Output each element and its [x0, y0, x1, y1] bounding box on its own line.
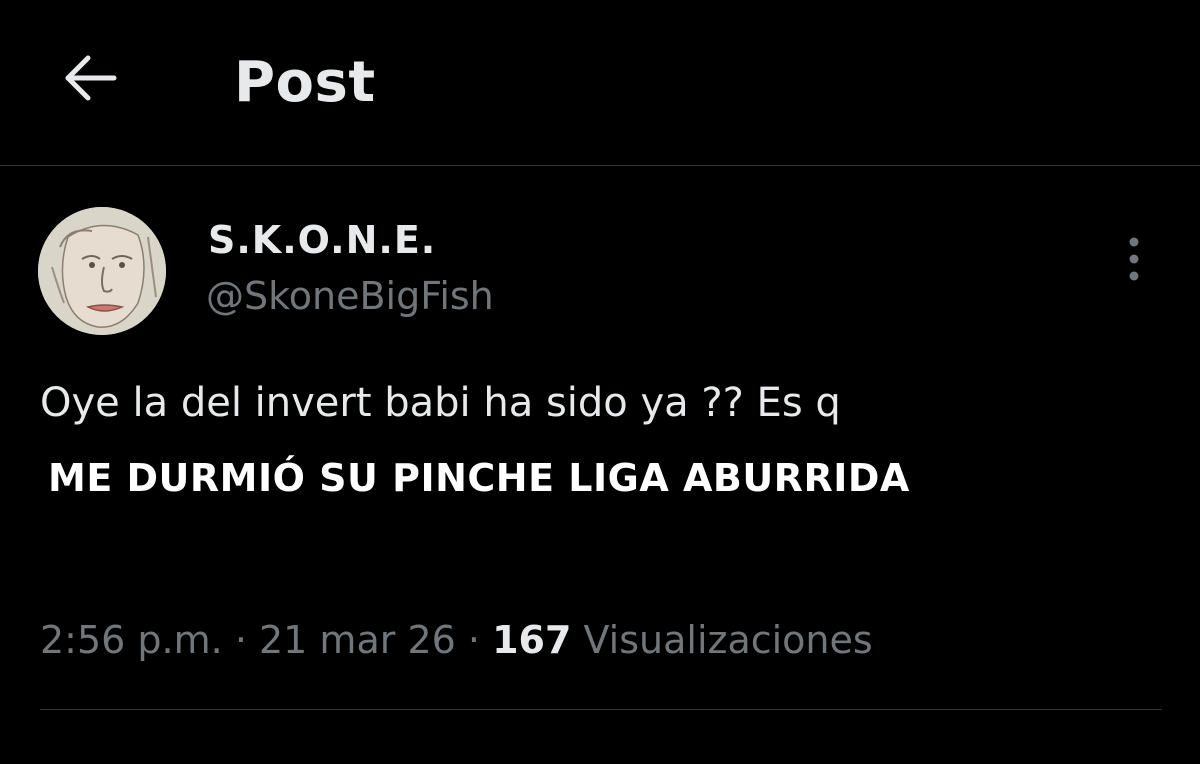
avatar-sketch-face — [38, 207, 166, 335]
separator-dot: · — [467, 618, 480, 662]
top-bar: Post — [0, 0, 1200, 166]
back-button[interactable] — [58, 48, 122, 108]
arrow-left-icon — [65, 55, 117, 101]
post-time[interactable]: 2:56 p.m. — [40, 618, 223, 662]
author-handle[interactable]: @SkoneBigFish — [206, 274, 494, 318]
post-body-text: Oye la del invert babi ha sido ya ?? Es … — [40, 380, 841, 426]
overlay-caption: ME DURMIÓ SU PINCHE LIGA ABURRIDA — [48, 456, 910, 500]
avatar[interactable] — [38, 207, 166, 335]
divider — [40, 709, 1162, 710]
page-title: Post — [234, 50, 376, 115]
more-vertical-icon — [1129, 237, 1139, 281]
post-metadata: 2:56 p.m. · 21 mar 26 · 167 Visualizacio… — [40, 618, 873, 662]
author-display-name[interactable]: S.K.O.N.E. — [208, 218, 436, 262]
views-label: Visualizaciones — [583, 618, 873, 662]
views-count: 167 — [492, 618, 572, 662]
post-date[interactable]: 21 mar 26 — [259, 618, 456, 662]
more-options-button[interactable] — [1116, 234, 1152, 284]
separator-dot: · — [234, 618, 247, 662]
